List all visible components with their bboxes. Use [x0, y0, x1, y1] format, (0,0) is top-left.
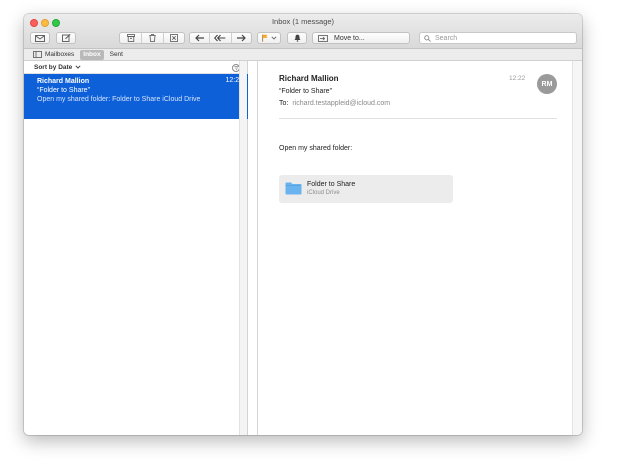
- folder-location: iCloud Drive: [307, 190, 340, 196]
- flag-icon: [261, 34, 268, 42]
- message-sender: Richard Mallion: [37, 78, 90, 85]
- search-icon: [424, 34, 431, 42]
- bell-icon: [294, 34, 300, 42]
- reader-subject: “Folder to Share”: [279, 88, 332, 95]
- message-list: Sort by Date Richard Mallion 12:22 “Fold…: [24, 61, 248, 435]
- header-divider: [279, 118, 557, 119]
- search-input[interactable]: Search: [419, 32, 577, 44]
- message-body: Open my shared folder:: [279, 145, 353, 152]
- sent-label: Sent: [109, 51, 123, 58]
- reply-forward-group: [189, 32, 252, 44]
- avatar: RM: [537, 74, 557, 94]
- forward-button[interactable]: [232, 33, 251, 43]
- archive-delete-junk-group: [119, 32, 185, 44]
- chevron-down-icon[interactable]: [75, 65, 81, 69]
- mailbox-icon: [318, 34, 328, 42]
- message-subject: “Folder to Share”: [37, 87, 90, 94]
- mail-window: Inbox (1 message) Move to... Search Mail…: [24, 14, 582, 435]
- message-row[interactable]: Richard Mallion 12:22 “Folder to Share” …: [24, 74, 248, 119]
- reading-pane-scrollbar[interactable]: [572, 61, 582, 435]
- reader-recipient: To: richard.testappleid@icloud.com: [279, 100, 390, 107]
- archive-icon: [126, 34, 135, 42]
- junk-icon: [169, 34, 178, 42]
- delete-button[interactable]: [142, 33, 162, 43]
- compose-icon: [61, 34, 71, 42]
- archive-button[interactable]: [120, 33, 141, 43]
- reply-icon: [194, 34, 204, 42]
- folder-icon: [285, 182, 302, 195]
- message-preview: Open my shared folder: Folder to Share i…: [37, 96, 201, 103]
- chevron-down-icon: [270, 36, 277, 40]
- get-mail-button[interactable]: [30, 32, 50, 44]
- search-placeholder: Search: [435, 34, 458, 42]
- to-address[interactable]: richard.testappleid@icloud.com: [292, 100, 390, 107]
- filter-icon: [233, 65, 239, 70]
- trash-icon: [149, 34, 156, 42]
- message-list-scrollbar[interactable]: [239, 61, 247, 435]
- envelope-icon: [35, 34, 45, 42]
- reply-all-icon: [214, 34, 226, 42]
- favorites-bar: Mailboxes Inbox Sent: [24, 49, 582, 61]
- reader-time: 12:22: [509, 75, 526, 82]
- mailboxes-label: Mailboxes: [45, 51, 75, 58]
- flag-button[interactable]: [257, 32, 281, 44]
- reader-sender: Richard Mallion: [279, 74, 339, 83]
- sidebar-icon: [33, 51, 42, 58]
- mailboxes-button[interactable]: Mailboxes: [33, 50, 74, 60]
- mute-button[interactable]: [287, 32, 307, 44]
- toolbar: Inbox (1 message) Move to... Search: [24, 14, 582, 49]
- reply-all-button[interactable]: [210, 33, 230, 43]
- forward-icon: [237, 34, 247, 42]
- sort-by-button[interactable]: Sort by Date: [34, 64, 72, 71]
- to-label: To:: [279, 100, 289, 107]
- junk-button[interactable]: [164, 33, 184, 43]
- reply-button[interactable]: [190, 33, 209, 43]
- favorite-sent[interactable]: Sent: [110, 50, 123, 60]
- window-title: Inbox (1 message): [271, 17, 335, 26]
- shared-folder-card[interactable]: Folder to Share iCloud Drive: [279, 175, 453, 203]
- sort-bar: Sort by Date: [24, 61, 240, 74]
- move-to-label: Move to...: [334, 34, 365, 42]
- compose-button[interactable]: [56, 32, 76, 44]
- move-to-button[interactable]: Move to...: [312, 32, 410, 44]
- inbox-label: Inbox: [83, 51, 101, 58]
- folder-name: Folder to Share: [307, 181, 356, 188]
- reading-pane: Richard Mallion 12:22 RM “Folder to Shar…: [257, 61, 582, 435]
- favorite-inbox[interactable]: Inbox: [80, 49, 104, 60]
